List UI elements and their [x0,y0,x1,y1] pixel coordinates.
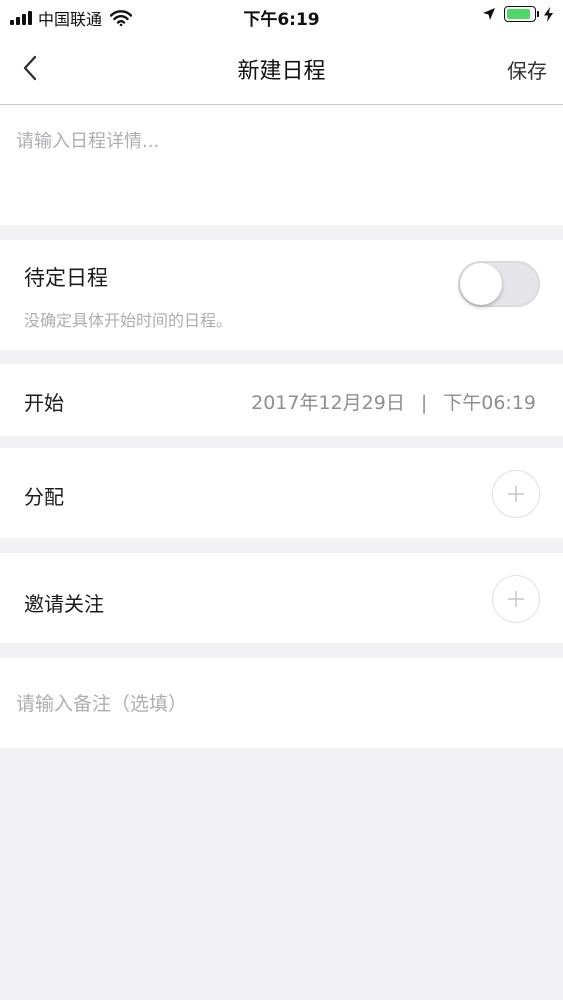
location-arrow-icon [483,8,495,20]
pending-schedule-toggle[interactable] [458,261,540,307]
status-right [482,6,553,22]
plus-icon [508,591,524,607]
pending-schedule-subtitle: 没确定具体开始时间的日程。 [24,311,233,330]
assign-row: 分配 [0,448,563,538]
start-time: 下午06:19 [443,392,536,414]
schedule-detail-placeholder: 请输入日程详情... [16,131,160,152]
invite-follow-row: 邀请关注 [0,553,563,643]
battery-level-fill [507,9,530,19]
charging-bolt-icon [544,6,553,22]
battery-icon [504,6,539,22]
pending-schedule-section: 待定日程 没确定具体开始时间的日程。 [0,240,563,350]
start-date: 2017年12月29日 [251,392,405,414]
page-title: 新建日程 [237,59,326,84]
note-input[interactable]: 请输入备注（选填） [0,658,563,748]
pending-schedule-title: 待定日程 [24,266,108,290]
schedule-detail-input[interactable]: 请输入日程详情... [0,105,563,225]
note-placeholder: 请输入备注（选填） [16,693,188,715]
start-separator: | [420,392,428,414]
plus-icon [508,486,524,502]
save-button[interactable]: 保存 [507,55,547,84]
assign-label: 分配 [24,485,64,509]
status-bar: 中国联通 下午6:19 [0,0,563,34]
invite-add-button[interactable] [492,575,540,623]
assign-add-button[interactable] [492,470,540,518]
toggle-knob [460,263,502,305]
status-time: 下午6:19 [243,10,320,30]
start-datetime-value[interactable]: 2017年12月29日 | 下午06:19 [251,388,536,415]
navigation-bar: 新建日程 保存 [0,34,563,105]
start-time-row[interactable]: 开始 2017年12月29日 | 下午06:19 [0,364,563,436]
invite-follow-label: 邀请关注 [24,592,104,616]
start-label: 开始 [24,391,64,415]
